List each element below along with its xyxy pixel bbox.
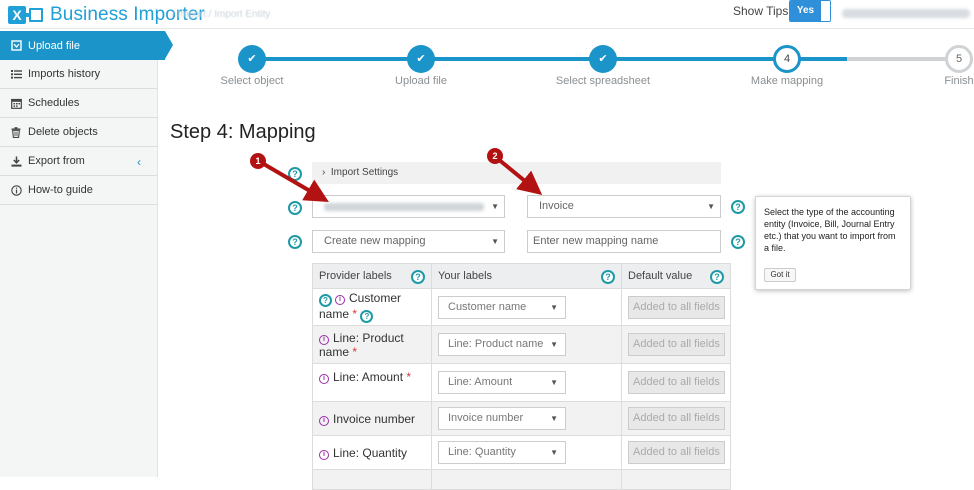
required-asterisk: * [406,370,412,384]
help-icon[interactable]: ? [710,270,724,284]
provider-label-cell: i Invoice number [312,401,432,436]
caret-down-icon: ▼ [550,378,558,387]
annotation-marker-2: 2 [487,148,503,164]
your-labels-header: Your labels? [431,263,622,289]
info-icon[interactable]: i [319,449,329,460]
default-value-cell: Added to all fields [621,363,731,402]
required-asterisk: * [352,344,358,359]
your-label-cell: Invoice number ▼ [431,401,622,436]
default-value-input[interactable]: Added to all fields [628,333,725,356]
provider-label-cell: i Line: Amount * [312,363,432,402]
provider-label: Line: Amount [333,370,404,384]
arrow-1 [260,161,329,203]
provider-label: Line: Quantity [333,445,408,460]
your-label-select[interactable]: Line: Product name ▼ [438,333,566,356]
your-label-select[interactable]: Line: Amount ▼ [438,371,566,394]
default-value-input[interactable]: Added to all fields [628,407,725,430]
provider-label-cell [312,469,432,490]
table-row: ? i Customer name * ? Customer name ▼ Added… [312,288,731,326]
default-value-input[interactable]: Added to all fields [628,371,725,394]
arrow-2 [496,157,543,196]
provider-label-cell: i Line: Product name * [312,325,432,364]
default-value-input[interactable]: Added to all fields [628,441,725,464]
help-icon[interactable]: ? [601,270,615,284]
caret-down-icon: ▼ [550,302,558,312]
default-value-cell [621,469,731,490]
your-label-cell: Line: Product name ▼ [431,325,622,364]
caret-down-icon: ▼ [550,414,558,423]
provider-label: Invoice number [333,411,416,426]
info-icon[interactable]: i [319,334,329,345]
provider-labels-header: Provider labels? [312,263,432,289]
required-asterisk: * [352,307,358,321]
your-label-select[interactable]: Line: Quantity ▼ [438,441,566,464]
default-value-input[interactable]: Added to all fields [628,295,725,319]
provider-label: Line: Product name [319,330,404,359]
got-it-button[interactable]: Got it [764,268,796,282]
mapping-table: Provider labels? Your labels? Default va… [312,263,731,490]
table-row: i Invoice number Invoice number ▼ Added to… [312,401,731,436]
default-value-cell: Added to all fields [621,401,731,436]
info-icon[interactable]: i [319,374,329,384]
default-value-cell: Added to all fields [621,288,731,326]
annotation-marker-1: 1 [250,153,266,169]
default-value-cell: Added to all fields [621,325,731,364]
table-row: i Line: Product name * Line: Product name… [312,325,731,364]
caret-down-icon: ▼ [550,340,558,349]
help-icon[interactable]: ? [411,270,425,284]
table-header-row: Provider labels? Your labels? Default va… [312,263,731,289]
your-label-select[interactable]: Customer name ▼ [438,295,566,319]
provider-label-cell: i Line: Quantity [312,435,432,470]
help-icon[interactable]: ? [360,310,374,323]
your-label-cell: Line: Amount ▼ [431,363,622,402]
default-value-cell: Added to all fields [621,435,731,470]
tip-text: Select the type of the accounting entity… [764,207,896,253]
your-label-cell: Line: Quantity ▼ [431,435,622,470]
caret-down-icon: ▼ [550,448,558,457]
info-icon[interactable]: i [319,415,329,426]
tip-popover: Select the type of the accounting entity… [755,196,911,290]
table-row [312,469,731,490]
provider-label-cell: ? i Customer name * ? [312,288,432,326]
table-row: i Line: Quantity Line: Quantity ▼ Added to… [312,435,731,470]
your-label-select[interactable]: Invoice number ▼ [438,407,566,430]
default-value-header: Default value? [621,263,731,289]
info-icon[interactable]: i [335,295,345,305]
help-icon[interactable]: ? [319,294,332,307]
table-row: i Line: Amount * Line: Amount ▼ Added to a… [312,363,731,402]
your-label-cell [431,469,622,490]
your-label-cell: Customer name ▼ [431,288,622,326]
